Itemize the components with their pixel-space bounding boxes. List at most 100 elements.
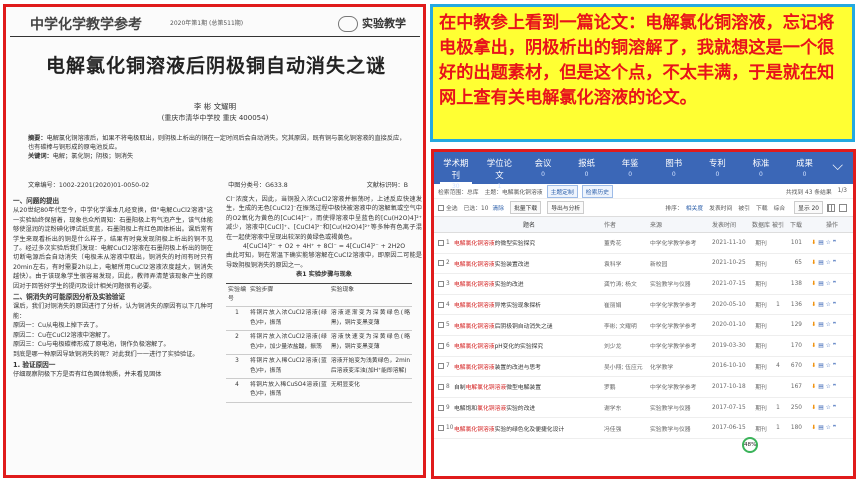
result-title-link[interactable]: 电解氯化铜溶液装置的改进与思考: [454, 362, 604, 371]
result-title-link[interactable]: 电解氯化铜溶液pH变化的实验探究: [454, 341, 604, 350]
batch-download-button[interactable]: 批量下载: [510, 201, 542, 214]
read-icon[interactable]: ▤: [818, 425, 825, 431]
result-source[interactable]: 中学化学教学参考: [650, 341, 712, 350]
select-all-checkbox[interactable]: [438, 204, 444, 211]
row-checkbox[interactable]: [438, 363, 444, 370]
result-author[interactable]: 龚竹涛; 杨文: [604, 279, 650, 288]
favorite-icon[interactable]: ☆: [826, 405, 833, 411]
list-view-icon[interactable]: [827, 203, 835, 212]
row-checkbox[interactable]: [438, 404, 444, 411]
nav-tab-achievements[interactable]: 成果 0: [789, 152, 821, 178]
result-author[interactable]: 李彬; 文耀明: [604, 321, 650, 330]
read-icon[interactable]: ▤: [818, 260, 825, 266]
result-title-link[interactable]: 电解氯化铜溶液实验的绿色化及便捷化设计: [454, 424, 604, 433]
grid-view-icon[interactable]: [839, 203, 847, 212]
row-checkbox[interactable]: [438, 383, 444, 390]
result-title-link[interactable]: 电解氯化铜溶液异常实验现象探析: [454, 300, 604, 309]
quote-icon[interactable]: ❞: [833, 343, 838, 349]
favorite-icon[interactable]: ☆: [826, 425, 833, 431]
nav-tab-conferences[interactable]: 会议 0: [527, 152, 559, 178]
table-row[interactable]: 2 电解氯化铜溶液实验装置改进 袁科学 新校园 2021-10-25 期刊 65 ⬇▤☆❞: [434, 254, 853, 275]
result-source[interactable]: 中学化学教学参考: [650, 321, 712, 330]
result-title-link[interactable]: 电解氯化铜溶液实验装置改进: [454, 259, 604, 268]
row-checkbox[interactable]: [438, 342, 444, 349]
read-icon[interactable]: ▤: [818, 302, 825, 308]
nav-tab-newspapers[interactable]: 报纸 0: [571, 152, 603, 178]
row-checkbox[interactable]: [438, 239, 444, 246]
nav-tab-theses[interactable]: 学位论文 1: [484, 152, 516, 190]
read-icon[interactable]: ▤: [818, 240, 825, 246]
clear-button[interactable]: 清除: [492, 203, 504, 212]
quote-icon[interactable]: ❞: [833, 240, 838, 246]
result-author[interactable]: 罗鹏: [604, 382, 650, 391]
read-icon[interactable]: ▤: [818, 363, 825, 369]
quote-icon[interactable]: ❞: [833, 384, 838, 390]
table-row[interactable]: 7 电解氯化铜溶液装置的改进与思考 吴小翔; 伍应元 化学教学 2016-10-10 期刊…: [434, 357, 853, 378]
nav-tab-standards[interactable]: 标准 0: [745, 152, 777, 178]
topic-custom-button[interactable]: 主题定制: [546, 184, 578, 198]
quote-icon[interactable]: ❞: [833, 425, 838, 431]
sort-cited[interactable]: 被引: [738, 203, 750, 212]
table-row[interactable]: 4 电解氯化铜溶液异常实验现象探析 崔丽娟 中学化学教学参考 2020-05-10 期刊 1…: [434, 295, 853, 316]
table-row[interactable]: 3 电解氯化铜溶液实验的改进 龚竹涛; 杨文 实验教学与仪器 2021-07-15 期刊 1…: [434, 274, 853, 295]
favorite-icon[interactable]: ☆: [826, 343, 833, 349]
result-source[interactable]: 中学化学教学参考: [650, 382, 712, 391]
quote-icon[interactable]: ❞: [833, 260, 838, 266]
result-title-link[interactable]: 自制电解氯化铜溶液微型电解装置: [454, 382, 604, 391]
result-title-link[interactable]: 电解氯化铜溶液的微型实验探究: [454, 238, 604, 247]
row-checkbox[interactable]: [438, 425, 444, 432]
sort-comprehensive[interactable]: 综合: [774, 203, 786, 212]
table-row[interactable]: 5 电解氯化铜溶液后阴极铜自动消失之谜 李彬; 文耀明 中学化学教学参考 2020-01…: [434, 315, 853, 336]
nav-tab-yearbooks[interactable]: 年鉴 0: [614, 152, 646, 178]
sort-downloads[interactable]: 下载: [756, 203, 768, 212]
quote-icon[interactable]: ❞: [833, 281, 838, 287]
result-source[interactable]: 中学化学教学参考: [650, 238, 712, 247]
read-icon[interactable]: ▤: [818, 405, 825, 411]
table-row[interactable]: 8 自制电解氯化铜溶液微型电解装置 罗鹏 中学化学教学参考 2017-10-18 期刊 16…: [434, 377, 853, 398]
read-icon[interactable]: ▤: [818, 384, 825, 390]
read-icon[interactable]: ▤: [818, 322, 825, 328]
quote-icon[interactable]: ❞: [833, 363, 838, 369]
export-analysis-button[interactable]: 导出与分析: [547, 201, 585, 214]
result-author[interactable]: 谢学东: [604, 403, 650, 412]
chevron-down-icon[interactable]: ⌵: [832, 152, 843, 174]
read-icon[interactable]: ▤: [818, 343, 825, 349]
favorite-icon[interactable]: ☆: [826, 281, 833, 287]
result-author[interactable]: 崔丽娟: [604, 300, 650, 309]
sort-date[interactable]: 发表时间: [709, 203, 732, 212]
result-title-link[interactable]: 电解饱和氯化铜溶液实验的改进: [454, 403, 604, 412]
favorite-icon[interactable]: ☆: [826, 322, 833, 328]
quote-icon[interactable]: ❞: [833, 322, 838, 328]
result-source[interactable]: 中学化学教学参考: [650, 300, 712, 309]
nav-tab-journals[interactable]: 学术期刊 30: [440, 152, 472, 190]
favorite-icon[interactable]: ☆: [826, 240, 833, 246]
result-author[interactable]: 袁科学: [604, 259, 650, 268]
result-source[interactable]: 实验教学与仪器: [650, 403, 712, 412]
result-source[interactable]: 化学教学: [650, 362, 712, 371]
favorite-icon[interactable]: ☆: [826, 384, 833, 390]
favorite-icon[interactable]: ☆: [826, 363, 833, 369]
table-row[interactable]: 6 电解氯化铜溶液pH变化的实验探究 刘少龙 中学化学教学参考 2019-03-30 期刊…: [434, 336, 853, 357]
table-row[interactable]: 9 电解饱和氯化铜溶液实验的改进 谢学东 实验教学与仪器 2017-07-15 期刊 1 25…: [434, 398, 853, 419]
row-checkbox[interactable]: [438, 301, 444, 308]
table-row[interactable]: 1 电解氯化铜溶液的微型实验探究 董秀花 中学化学教学参考 2021-11-10 期刊 10…: [434, 233, 853, 254]
row-checkbox[interactable]: [438, 280, 444, 287]
quote-icon[interactable]: ❞: [833, 302, 838, 308]
display-count-select[interactable]: 显示 20: [794, 201, 823, 214]
result-source[interactable]: 实验教学与仪器: [650, 424, 712, 433]
favorite-icon[interactable]: ☆: [826, 260, 833, 266]
result-title-link[interactable]: 电解氯化铜溶液后阴极铜自动消失之谜: [454, 321, 604, 330]
favorite-icon[interactable]: ☆: [826, 302, 833, 308]
result-author[interactable]: 吴小翔; 伍应元: [604, 362, 650, 371]
row-checkbox[interactable]: [438, 322, 444, 329]
nav-tab-patents[interactable]: 专利 0: [702, 152, 734, 178]
result-source[interactable]: 新校园: [650, 259, 712, 268]
search-history-button[interactable]: 检索历史: [581, 184, 613, 198]
result-author[interactable]: 刘少龙: [604, 341, 650, 350]
nav-tab-books[interactable]: 图书 0: [658, 152, 690, 178]
table-row[interactable]: 10 电解氯化铜溶液实验的绿色化及便捷化设计 冯佳强 实验教学与仪器 2017-06-1…: [434, 418, 853, 439]
read-icon[interactable]: ▤: [818, 281, 825, 287]
quote-icon[interactable]: ❞: [833, 405, 838, 411]
result-source[interactable]: 实验教学与仪器: [650, 279, 712, 288]
sort-relevance[interactable]: 相关度: [686, 203, 703, 212]
